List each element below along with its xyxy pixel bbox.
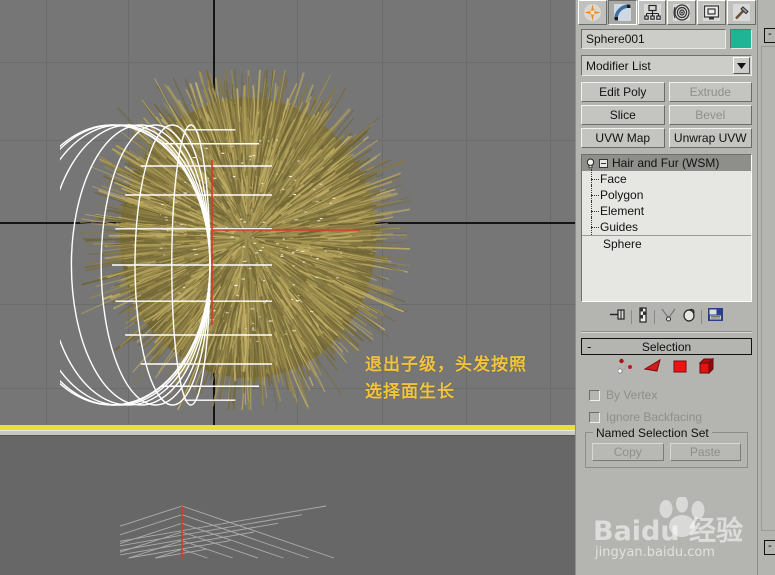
- annotation-line-2: 选择面生长: [365, 382, 455, 402]
- perspective-grid: [120, 505, 335, 559]
- rollout-body-partial: [761, 46, 775, 531]
- command-panel-tabbar: [576, 0, 757, 25]
- toolbar-separator: [654, 310, 655, 324]
- modifier-list-dropdown[interactable]: Modifier List: [581, 55, 752, 76]
- stack-item-hair-and-fur[interactable]: Hair and Fur (WSM): [582, 155, 751, 171]
- toolbar-separator: [701, 310, 702, 324]
- paste-button: Paste: [669, 443, 741, 461]
- by-vertex-checkbox: [589, 389, 600, 401]
- object-name-input[interactable]: Sphere001: [581, 29, 726, 49]
- modifier-button-uvw-map[interactable]: UVW Map: [581, 128, 665, 148]
- tab-modify[interactable]: [607, 0, 637, 25]
- star-icon: [583, 4, 601, 21]
- checkbox-row-ignore-backfacing: Ignore Backfacing: [581, 410, 752, 424]
- configure-sets-icon[interactable]: [707, 307, 724, 327]
- modifier-stack-toolbar: [581, 306, 752, 328]
- stack-subobject-polygon[interactable]: Polygon: [582, 185, 751, 203]
- stack-item-sphere[interactable]: Sphere: [582, 235, 751, 251]
- stack-item-label: Face: [600, 172, 627, 186]
- stack-item-label: Element: [600, 204, 645, 218]
- stack-item-label: Guides: [600, 220, 639, 234]
- command-panel: Sphere001 Modifier List Edit Poly Extrud…: [575, 0, 757, 575]
- tab-display[interactable]: [697, 0, 727, 25]
- tab-utilities[interactable]: [727, 0, 756, 25]
- lightbulb-icon[interactable]: [585, 157, 596, 169]
- modifier-button-extrude: Extrude: [668, 82, 752, 102]
- modifier-stack-list[interactable]: Hair and Fur (WSM) Face Polygon Element …: [581, 154, 752, 302]
- max-window: 退出子级，头发按照 选择面生长 Sphere001 Modifier List …: [0, 0, 775, 575]
- make-unique-icon[interactable]: [660, 307, 677, 327]
- tab-create[interactable]: [578, 0, 607, 25]
- tab-motion[interactable]: [667, 0, 697, 25]
- rollout-collapse-icon: -: [587, 339, 592, 354]
- modifier-button-unwrap-uvw[interactable]: Unwrap UVW: [668, 128, 752, 148]
- chevron-down-icon[interactable]: [733, 57, 750, 74]
- stack-subobject-guides[interactable]: Guides: [582, 217, 751, 235]
- named-selection-set-group: Named Selection Set Copy Paste: [585, 426, 748, 468]
- guides-icon[interactable]: [616, 358, 634, 380]
- tab-hierarchy[interactable]: [637, 0, 667, 25]
- hierarchy-icon: [643, 4, 661, 21]
- viewport-perspective[interactable]: [0, 436, 575, 575]
- sub-object-level-buttons: [581, 357, 752, 380]
- rollout-title: Selection: [641, 339, 692, 354]
- annotation-text: 退出子级，头发按照 选择面生长: [365, 352, 575, 406]
- by-vertex-label: By Vertex: [606, 388, 658, 402]
- rollout-header-partial-top[interactable]: -: [764, 28, 775, 43]
- stack-subobject-face[interactable]: Face: [582, 169, 751, 187]
- modifier-button-edit-poly[interactable]: Edit Poly: [581, 82, 665, 102]
- object-name-row: Sphere001: [581, 29, 752, 49]
- sphere-wireframe: [60, 124, 360, 406]
- hammer-icon: [733, 4, 751, 21]
- rollout-header-partial-bottom[interactable]: -: [764, 540, 775, 555]
- stack-item-label: Polygon: [600, 188, 644, 202]
- modifier-button-bevel: Bevel: [668, 105, 752, 125]
- show-end-result-icon[interactable]: [637, 306, 649, 328]
- monitor-icon: [703, 4, 721, 21]
- modifier-list-label: Modifier List: [586, 58, 651, 73]
- face-icon[interactable]: [643, 358, 662, 380]
- stack-subobject-element[interactable]: Element: [582, 201, 751, 219]
- element-icon[interactable]: [698, 357, 716, 380]
- rollout-header-selection[interactable]: - Selection: [581, 338, 752, 355]
- stack-item-label: Hair and Fur (WSM): [612, 156, 720, 170]
- arc-icon: [613, 4, 631, 21]
- remove-modifier-icon[interactable]: [682, 307, 696, 327]
- rollout-collapse-icon: -: [768, 540, 772, 552]
- rollout-collapse-icon: -: [768, 28, 772, 40]
- panel-divider: [581, 331, 752, 333]
- pin-stack-icon[interactable]: [609, 307, 626, 327]
- secondary-command-panel: - -: [757, 0, 775, 575]
- checkbox-row-by-vertex: By Vertex: [581, 388, 752, 402]
- viewport-area: 退出子级，头发按照 选择面生长: [0, 0, 575, 575]
- toolbar-separator: [631, 310, 632, 324]
- modifier-button-slice[interactable]: Slice: [581, 105, 665, 125]
- stack-item-label: Sphere: [603, 236, 642, 251]
- motion-icon: [673, 4, 691, 21]
- named-selection-set-title: Named Selection Set: [593, 426, 712, 440]
- ignore-backfacing-label: Ignore Backfacing: [606, 410, 703, 424]
- collapse-box-icon[interactable]: [599, 158, 608, 168]
- viewport-front[interactable]: 退出子级，头发按照 选择面生长: [0, 0, 575, 432]
- object-color-swatch[interactable]: [730, 29, 752, 49]
- copy-button: Copy: [592, 443, 664, 461]
- polygon-icon[interactable]: [672, 358, 688, 380]
- annotation-line-1: 退出子级，头发按照: [365, 355, 527, 375]
- ignore-backfacing-checkbox: [589, 411, 600, 423]
- modifier-button-set: Edit Poly Extrude Slice Bevel UVW Map Un…: [581, 82, 752, 148]
